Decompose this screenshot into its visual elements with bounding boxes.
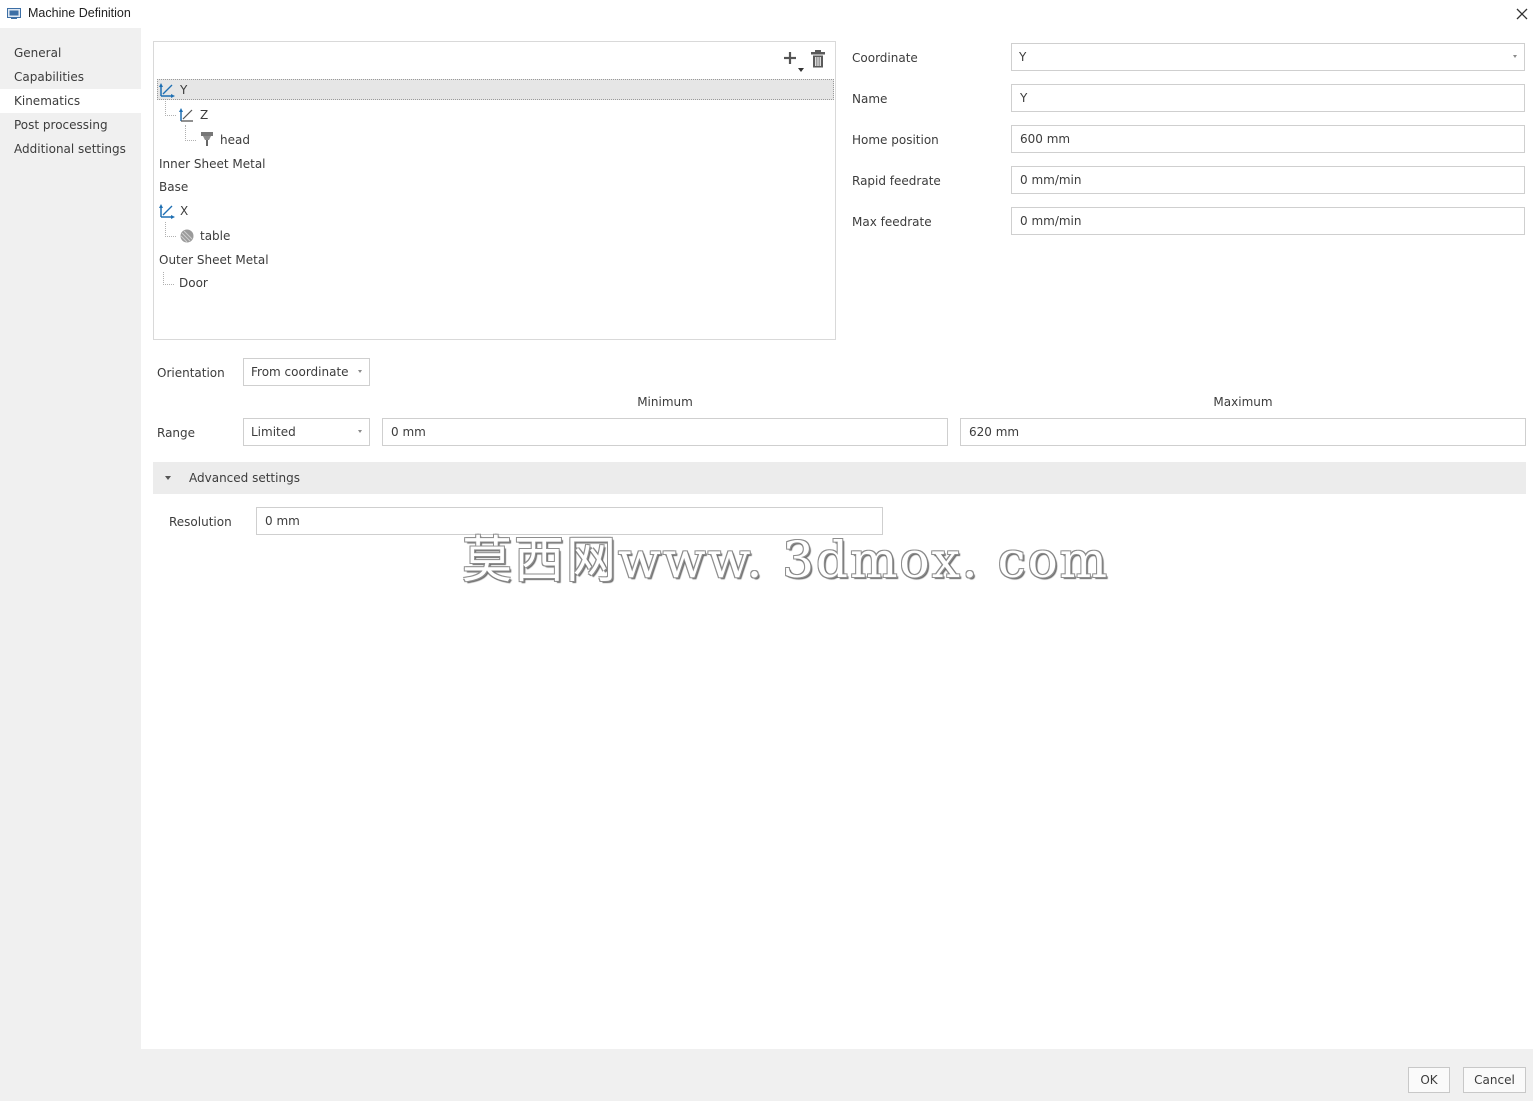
close-icon[interactable] [1512, 4, 1532, 24]
tree-item-table[interactable]: table [200, 229, 230, 243]
axis-linear-icon [159, 83, 175, 98]
range-mode-value: Limited [251, 425, 296, 439]
rapid-feedrate-label: Rapid feedrate [852, 174, 941, 188]
range-maximum-header: Maximum [1213, 395, 1273, 409]
sidebar: General Capabilities Kinematics Post pro… [0, 28, 141, 1049]
tree-item-outer-sheet-metal[interactable]: Outer Sheet Metal [159, 253, 269, 267]
tree-item-z[interactable]: Z [200, 108, 208, 122]
name-field[interactable] [1011, 84, 1525, 112]
orientation-label: Orientation [157, 366, 225, 380]
chevron-down-icon [358, 430, 362, 433]
table-icon [180, 229, 194, 243]
resolution-label: Resolution [169, 515, 232, 529]
chevron-down-icon [1513, 55, 1517, 58]
axis-linear-icon [159, 204, 175, 219]
tree-connector [185, 125, 196, 141]
spindle-head-icon [201, 132, 213, 146]
window-title: Machine Definition [28, 6, 131, 20]
max-feedrate-field[interactable] [1011, 207, 1525, 235]
advanced-settings-header[interactable] [153, 462, 1526, 494]
home-position-field[interactable] [1011, 125, 1525, 153]
cancel-button[interactable]: Cancel [1463, 1067, 1526, 1093]
orientation-value: From coordinate [251, 365, 349, 379]
sidebar-item-kinematics[interactable]: Kinematics [0, 89, 141, 113]
tree-selection-highlight [157, 79, 834, 100]
sidebar-item-additional-settings[interactable]: Additional settings [0, 137, 141, 161]
tree-item-x[interactable]: X [180, 204, 188, 218]
tree-item-y[interactable]: Y [180, 83, 187, 97]
plus-icon[interactable] [782, 49, 804, 75]
sidebar-item-post-processing[interactable]: Post processing [0, 113, 141, 137]
coordinate-value: Y [1019, 50, 1027, 64]
range-maximum-field[interactable] [960, 418, 1526, 446]
tree-item-base[interactable]: Base [159, 180, 188, 194]
orientation-select[interactable]: From coordinate [243, 358, 370, 386]
dialog-footer [0, 1049, 1533, 1101]
range-minimum-header: Minimum [637, 395, 693, 409]
tree-connector [165, 101, 176, 116]
name-label: Name [852, 92, 888, 106]
tree-item-head[interactable]: head [220, 133, 250, 147]
max-feedrate-label: Max feedrate [852, 215, 932, 229]
ok-button[interactable]: OK [1408, 1067, 1450, 1093]
tree-item-door[interactable]: Door [179, 276, 208, 290]
sidebar-item-capabilities[interactable]: Capabilities [0, 65, 141, 89]
chevron-down-icon [165, 476, 171, 480]
tree-connector [163, 272, 174, 285]
trash-icon[interactable] [809, 49, 827, 69]
range-mode-select[interactable]: Limited [243, 418, 370, 446]
title-bar [0, 0, 1533, 28]
watermark: 莫西网www. 3dmox. com [462, 531, 1110, 589]
sidebar-item-general[interactable]: General [0, 41, 141, 65]
advanced-settings-label: Advanced settings [189, 471, 300, 485]
rapid-feedrate-field[interactable] [1011, 166, 1525, 194]
machine-icon [7, 8, 21, 19]
range-minimum-field[interactable] [382, 418, 948, 446]
tree-connector [165, 222, 176, 237]
range-label: Range [157, 426, 196, 440]
coordinate-select[interactable]: Y [1011, 43, 1525, 71]
coordinate-label: Coordinate [852, 51, 918, 65]
axis-linear-icon [179, 108, 193, 122]
home-position-label: Home position [852, 133, 939, 147]
tree-item-inner-sheet-metal[interactable]: Inner Sheet Metal [159, 157, 266, 171]
chevron-down-icon [358, 370, 362, 373]
